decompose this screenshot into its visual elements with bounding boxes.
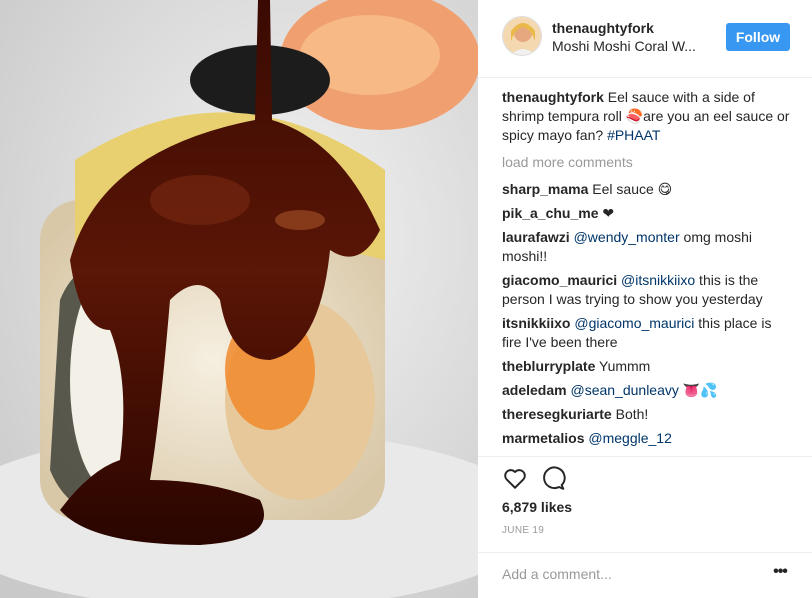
heart-icon[interactable] — [502, 465, 530, 493]
comment-username[interactable]: sharp_mama — [502, 181, 588, 197]
avatar[interactable] — [502, 16, 542, 56]
post-header: thenaughtyfork Moshi Moshi Coral W... Fo… — [478, 0, 812, 78]
action-bar: 6,879 likes JUNE 19 — [478, 456, 812, 552]
avatar-image — [503, 17, 541, 55]
add-comment-bar: ••• — [478, 552, 812, 598]
caption: thenaughtyfork Eel sauce with a side of … — [502, 88, 792, 145]
comments-list[interactable]: thenaughtyfork Eel sauce with a side of … — [502, 88, 792, 456]
load-more-comments-link[interactable]: load more comments — [502, 153, 792, 172]
comment-row: theblurryplate Yummm — [502, 357, 792, 376]
comment-bubble-icon[interactable] — [540, 465, 568, 493]
post-date: JUNE 19 — [502, 525, 545, 536]
comment-username[interactable]: pik_a_chu_me — [502, 205, 599, 221]
comment-row: marmetalios @meggle_12 — [502, 429, 792, 448]
comment-mention[interactable]: @itsnikkiixo — [621, 272, 695, 288]
add-comment-input[interactable] — [502, 563, 752, 585]
follow-button[interactable]: Follow — [726, 23, 790, 51]
sushi-photo-image — [0, 0, 478, 598]
comment-username[interactable]: theresegkuriarte — [502, 406, 612, 422]
comment-row: sharp_mama Eel sauce 😋 — [502, 180, 792, 199]
header-username[interactable]: thenaughtyfork — [552, 20, 654, 36]
comment-username[interactable]: itsnikkiixo — [502, 315, 570, 331]
comment-mention[interactable]: @giacomo_maurici — [574, 315, 694, 331]
post-panel: thenaughtyfork Moshi Moshi Coral W... Fo… — [478, 0, 812, 598]
comment-mention[interactable]: @wendy_monter — [574, 229, 680, 245]
comment-mention[interactable]: @meggle_12 — [588, 430, 672, 446]
caption-username[interactable]: thenaughtyfork — [502, 89, 604, 105]
more-options-icon[interactable]: ••• — [768, 564, 792, 585]
comment-row: itsnikkiixo @giacomo_maurici this place … — [502, 314, 792, 352]
comment-username[interactable]: theblurryplate — [502, 358, 595, 374]
comment-username[interactable]: adeledam — [502, 382, 567, 398]
comment-text: Both! — [615, 406, 649, 422]
comment-text: Eel sauce 😋 — [592, 181, 673, 197]
comment-username[interactable]: giacomo_maurici — [502, 272, 617, 288]
comment-mention[interactable]: @sean_dunleavy — [570, 382, 678, 398]
comment-row: pik_a_chu_me ❤ — [502, 204, 792, 223]
sushi-emoji: 🍣 — [625, 108, 644, 124]
comment-text: ❤ — [602, 205, 615, 221]
comment-text: Yummm — [599, 358, 651, 374]
comment-row: giacomo_maurici @itsnikkiixo this is the… — [502, 271, 792, 309]
comment-username[interactable]: laurafawzi — [502, 229, 570, 245]
hashtag-link[interactable]: #PHAAT — [607, 127, 660, 143]
comment-row: theresegkuriarte Both! — [502, 405, 792, 424]
comment-row: laurafawzi @wendy_monter omg moshi moshi… — [502, 228, 792, 266]
location-link[interactable]: Moshi Moshi Coral W... — [552, 38, 712, 54]
comment-text: 👅💦 — [678, 382, 718, 398]
comment-username[interactable]: marmetalios — [502, 430, 584, 446]
likes-count[interactable]: 6,879 likes — [502, 499, 572, 515]
post-photo[interactable] — [0, 0, 478, 598]
comment-row: adeledam @sean_dunleavy 👅💦 — [502, 381, 792, 400]
